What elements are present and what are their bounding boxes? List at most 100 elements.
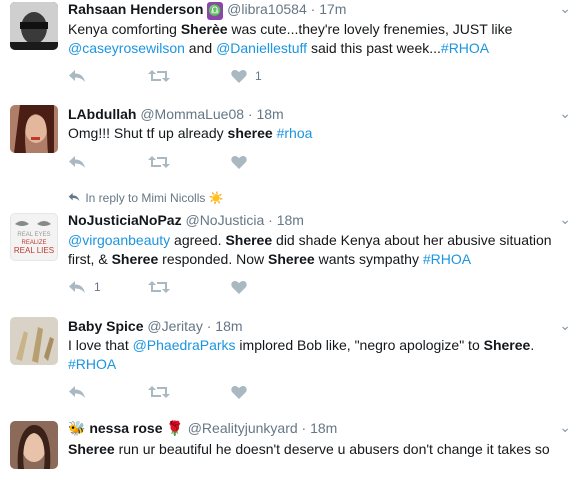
mention-link[interactable]: @Daniellestuff — [216, 40, 307, 56]
heart-icon — [231, 385, 247, 399]
hashtag-link[interactable]: #RHOA — [423, 251, 471, 267]
text-segment: . — [530, 337, 535, 353]
tweet-header: Baby Spice @Jeritay · 18m — [68, 317, 243, 335]
more-chevron-down-icon[interactable]: ⌄ — [559, 211, 571, 228]
mention-link[interactable]: @PhaedraParks — [133, 337, 236, 353]
heart-icon — [231, 280, 247, 294]
tweet-text: @virgoanbeauty agreed. Sheree did shade … — [68, 231, 568, 269]
text-segment: implored Bob like, "negro apologize" to — [235, 337, 484, 353]
reply-context[interactable]: In reply to Mimi Nicolls ☀️ — [68, 191, 224, 205]
fullname[interactable]: Baby Spice — [68, 318, 143, 334]
handle[interactable]: @Jeritay — [147, 318, 202, 334]
separator-dot: · — [310, 1, 316, 17]
avatar[interactable] — [10, 105, 58, 153]
text-segment: said this past week... — [307, 40, 441, 56]
avatar[interactable]: REAL EYES REALIZE REAL LIES — [10, 213, 58, 261]
reply-button[interactable] — [68, 382, 86, 402]
text-segment: run ur beautiful he doesn't deserve u ab… — [114, 441, 550, 457]
avatar-image — [10, 421, 58, 469]
text-segment: responded. Now — [158, 251, 268, 267]
handle[interactable]: @MommaLue08 — [140, 106, 244, 122]
hashtag-link[interactable]: #rhoa — [277, 125, 313, 141]
more-chevron-down-icon[interactable]: ⌄ — [559, 419, 571, 436]
like-count: 1 — [255, 69, 262, 83]
tweet[interactable]: Baby Spice @Jeritay · 18m ⌄ I love that … — [0, 307, 581, 410]
tweet-header: LAbdullah @MommaLue08 · 18m — [68, 105, 284, 123]
retweet-button[interactable] — [148, 66, 170, 86]
retweet-button[interactable] — [148, 277, 170, 297]
zodiac-emoji-icon: ♎ — [207, 2, 224, 20]
like-button[interactable] — [231, 277, 247, 297]
text-segment: wants sympathy — [314, 251, 423, 267]
more-chevron-down-icon[interactable]: ⌄ — [559, 317, 571, 334]
text-segment: Kenya comforting — [68, 21, 181, 37]
timestamp[interactable]: 18m — [256, 106, 283, 122]
reply-button[interactable]: 1 — [68, 277, 101, 297]
text-segment: and — [184, 40, 217, 56]
reply-count: 1 — [94, 280, 101, 294]
reply-icon — [69, 156, 85, 168]
tweet[interactable]: 🐝 nessa rose 🌹 @Realityjunkyard · 18m ⌄ … — [0, 409, 581, 489]
tweet-header: NoJusticiaNoPaz @NoJusticia · 18m — [68, 211, 304, 229]
tweet-text: Kenya comforting Sherèe was cute...they'… — [68, 20, 568, 58]
retweet-button[interactable] — [148, 152, 170, 172]
avatar[interactable] — [10, 2, 58, 50]
avatar-line: REAL LIES — [13, 246, 55, 255]
separator-dot: · — [301, 420, 307, 436]
highlight-keyword: sheree — [227, 125, 273, 141]
separator-dot: · — [268, 212, 273, 228]
tweet-header: Rahsaan Henderson ♎ @libra10584 · 17m — [68, 0, 346, 20]
timestamp[interactable]: 18m — [215, 318, 242, 334]
eyes-image — [15, 221, 51, 226]
avatar-line: REAL EYES — [17, 232, 51, 238]
avatar-image — [10, 2, 58, 50]
highlight-keyword: Sheree — [483, 337, 531, 353]
more-chevron-down-icon[interactable]: ⌄ — [559, 105, 571, 122]
avatar-image — [10, 317, 58, 365]
reply-button[interactable] — [68, 152, 86, 172]
avatar[interactable] — [10, 317, 58, 365]
tweet[interactable]: Rahsaan Henderson ♎ @libra10584 · 17m ⌄ … — [0, 0, 581, 96]
text-segment: was cute...they're lovely frenemies, JUS… — [227, 21, 513, 37]
retweet-icon — [148, 386, 170, 398]
like-button[interactable] — [231, 152, 247, 172]
timestamp[interactable]: 18m — [310, 420, 337, 436]
fullname[interactable]: NoJusticiaNoPaz — [68, 212, 182, 228]
like-button[interactable]: 1 — [231, 66, 262, 86]
reply-context-text[interactable]: In reply to Mimi Nicolls — [85, 191, 205, 205]
heart-icon — [231, 155, 247, 169]
avatar-text: REAL EYES REALIZE REAL LIES — [11, 231, 57, 255]
avatar[interactable] — [10, 421, 58, 469]
timestamp[interactable]: 17m — [319, 1, 346, 17]
fullname[interactable]: LAbdullah — [68, 106, 136, 122]
hashtag-link[interactable]: #RHOA — [441, 40, 489, 56]
like-button[interactable] — [231, 382, 247, 402]
retweet-icon — [148, 156, 170, 168]
handle[interactable]: @Realityjunkyard — [188, 420, 298, 436]
text-segment: I love that — [68, 337, 133, 353]
text-segment: Omg!!! Shut tf up already — [68, 125, 228, 141]
separator-dot: · — [247, 106, 253, 122]
hashtag-link[interactable]: #RHOA — [68, 356, 116, 372]
retweet-icon — [148, 70, 170, 82]
retweet-button[interactable] — [148, 382, 170, 402]
tweet[interactable]: In reply to Mimi Nicolls ☀️ REAL EYES RE… — [0, 181, 581, 308]
timestamp[interactable]: 18m — [277, 212, 304, 228]
sun-emoji-icon: ☀️ — [208, 191, 224, 205]
avatar-image — [10, 105, 58, 153]
separator-dot: · — [206, 318, 212, 334]
text-segment: agreed. — [170, 232, 226, 248]
handle[interactable]: @NoJusticia — [185, 212, 264, 228]
text-segment: did shade Kenya about her abusive situat… — [272, 232, 552, 248]
reply-icon — [69, 70, 85, 82]
mention-link[interactable]: @caseyrosewilson — [68, 40, 185, 56]
reply-icon — [69, 386, 85, 398]
mention-link[interactable]: @virgoanbeauty — [68, 232, 170, 248]
handle[interactable]: @libra10584 — [227, 1, 307, 17]
fullname[interactable]: nessa rose — [89, 420, 162, 436]
tweet[interactable]: LAbdullah @MommaLue08 · 18m ⌄ Omg!!! Shu… — [0, 95, 581, 182]
more-chevron-down-icon[interactable]: ⌄ — [559, 0, 571, 17]
tweet-text: I love that @PhaedraParks implored Bob l… — [68, 336, 568, 374]
fullname[interactable]: Rahsaan Henderson — [68, 1, 203, 17]
reply-button[interactable] — [68, 66, 86, 86]
